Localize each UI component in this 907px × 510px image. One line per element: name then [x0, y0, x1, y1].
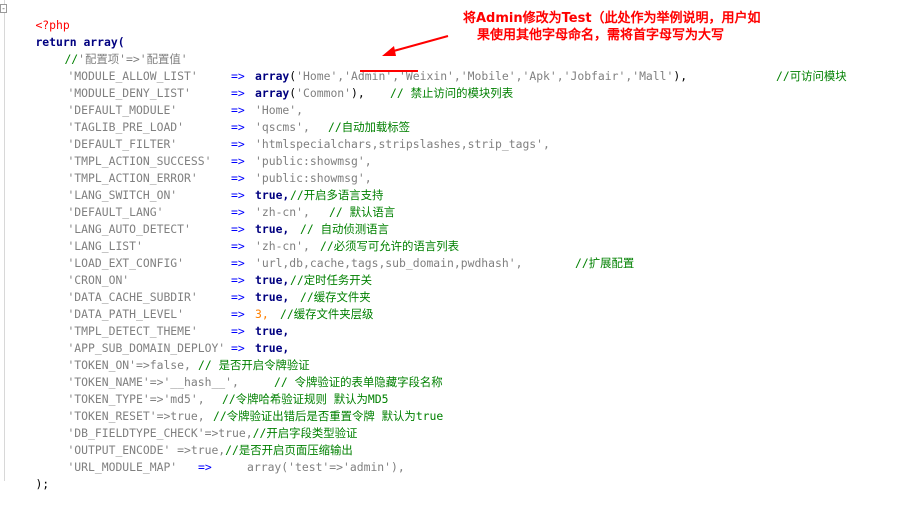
- annotation-note: 将Admin修改为Test（此处作为举例说明，用户如 果使用其他字母命名，需将首…: [463, 10, 903, 44]
- code-line: 'LANG_AUTO_DETECT' => true,// 自动侦测语言: [67, 222, 389, 236]
- code-line: 'LANG_SWITCH_ON' => true,//开启多语言支持: [67, 188, 384, 202]
- code-line: 'DEFAULT_LANG' =>'zh-cn',// 默认语言: [67, 205, 396, 219]
- fold-toggle-icon[interactable]: -: [0, 4, 7, 13]
- code-line: 'APP_SUB_DOMAIN_DEPLOY' => true,: [67, 341, 290, 355]
- code-line: - <?php: [0, 4, 70, 32]
- code-line: 'TOKEN_RESET'=>true,//令牌验证出错后是否重置令牌 默认为t…: [67, 409, 444, 423]
- code-line: 'TMPL_ACTION_SUCCESS' =>'public:showmsg',: [67, 154, 372, 168]
- code-line: 'TMPL_ACTION_ERROR' =>'public:showmsg',: [67, 171, 372, 185]
- annotation-line-2: 果使用其他字母命名，需将首字母写为大写: [477, 28, 725, 43]
- code-line: 'TOKEN_TYPE'=>'md5',//令牌哈希验证规则 默认为MD5: [67, 392, 389, 406]
- code-line: 'MODULE_ALLOW_LIST' => array('Home','Admin…: [67, 69, 847, 83]
- code-line: 'MODULE_DENY_LIST' => array('Common'),// 禁…: [67, 86, 514, 100]
- arrow-icon: [382, 35, 449, 56]
- code-line: 'DEFAULT_FILTER' =>'htmlspecialchars,stri…: [67, 137, 550, 151]
- code-line: 'CRON_ON' => true,//定时任务开关: [67, 273, 373, 287]
- code-line: 'DATA_PATH_LEVEL' => 3,//缓存文件夹层级: [67, 307, 374, 321]
- code-line: 'TAGLIB_PRE_LOAD' =>'qscms',//自动加载标签: [67, 120, 411, 134]
- highlight-underline: [360, 70, 418, 72]
- code-line: 'TOKEN_ON'=>false,// 是否开启令牌验证: [67, 358, 310, 372]
- code-editor[interactable]: - <?php return array( //'配置项'=>'配置值' 'MOD…: [0, 0, 907, 491]
- code-line: 'DATA_CACHE_SUBDIR' => true,//缓存文件夹: [67, 290, 371, 304]
- code-line: 'URL_MODULE_MAP' => array('test'=>'admin')…: [67, 460, 405, 474]
- code-line: );: [35, 477, 50, 491]
- code-line: 'TMPL_DETECT_THEME' => true,: [67, 324, 290, 338]
- annotation-line-1: 将Admin修改为Test（此处作为举例说明，用户如: [463, 11, 761, 26]
- code-line: 'LOAD_EXT_CONFIG' =>'url,db,cache,tags,su…: [67, 256, 635, 270]
- code-line: 'DB_FIELDTYPE_CHECK'=>true,//开启字段类型验证: [67, 426, 358, 440]
- code-line: 'TOKEN_NAME'=>'__hash__',// 令牌验证的表单隐藏字段名…: [67, 375, 443, 389]
- code-line: //'配置项'=>'配置值': [64, 52, 188, 66]
- code-line: 'LANG_LIST' =>'zh-cn',//必须写可允许的语言列表: [67, 239, 460, 253]
- code-line: 'DEFAULT_MODULE' => 'Home',: [67, 103, 304, 117]
- code-line: 'OUTPUT_ENCODE' =>true,//是否开启页面压缩输出: [67, 443, 353, 457]
- code-line: return array(: [35, 35, 125, 49]
